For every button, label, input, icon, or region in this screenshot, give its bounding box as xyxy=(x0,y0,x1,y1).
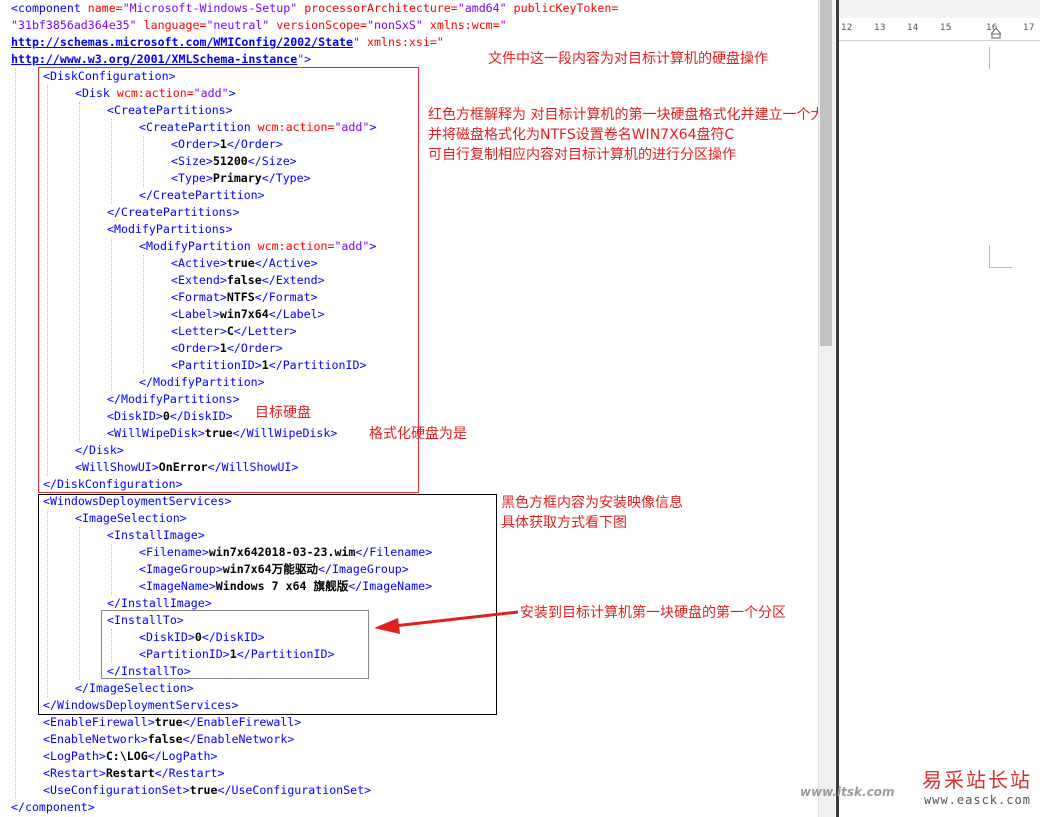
install-to-box xyxy=(101,610,369,679)
code-token: </EnableFirewall> xyxy=(182,715,302,729)
code-token: </Restart> xyxy=(154,766,225,780)
tab-marker-icon[interactable] xyxy=(991,28,1001,39)
code-token: <EnableNetwork> xyxy=(43,732,148,746)
code-line[interactable]: </component> xyxy=(11,799,95,816)
indent-guide xyxy=(15,68,16,799)
code-line[interactable]: <component name="Microsoft-Windows-Setup… xyxy=(11,0,618,17)
code-token: Restart xyxy=(105,766,155,780)
code-token: </component> xyxy=(11,800,95,814)
code-token: <Restart> xyxy=(43,766,106,780)
code-line[interactable]: <Restart>Restart</Restart> xyxy=(43,765,225,782)
red-arrow-icon xyxy=(374,610,519,634)
code-line[interactable]: <EnableFirewall>true</EnableFirewall> xyxy=(43,714,301,731)
xml-editor-pane[interactable]: <component name="Microsoft-Windows-Setup… xyxy=(0,0,818,817)
code-token: "nonSxS" xyxy=(367,18,423,32)
code-token: " xyxy=(499,18,507,32)
code-token: "Microsoft-Windows-Setup" xyxy=(122,1,298,15)
scrollbar-thumb[interactable] xyxy=(820,0,832,346)
code-line[interactable]: <UseConfigurationSet>true</UseConfigurat… xyxy=(43,782,371,799)
annotation-black-box-line1: 黑色方框内容为安装映像信息 xyxy=(501,495,683,511)
code-token: false xyxy=(147,732,183,746)
annotation-target-disk: 目标硬盘 xyxy=(255,405,311,421)
code-token: xmlns:wcm= xyxy=(429,18,500,32)
code-token: C:\LOG xyxy=(105,749,148,763)
code-token: http://schemas.microsoft.com/WMIConfig/2… xyxy=(11,35,354,49)
page-margin-corner xyxy=(989,47,1012,69)
ruler-number: 12 xyxy=(841,23,853,33)
annotation-red-box-line2: 并将磁盘格式化为NTFS设置卷名WIN7X64盘符C xyxy=(428,127,735,143)
code-line[interactable]: <LogPath>C:\LOG</LogPath> xyxy=(43,748,218,765)
code-token: </EnableNetwork> xyxy=(182,732,295,746)
code-token: <component xyxy=(11,1,88,15)
code-token: processorArchitecture= xyxy=(304,1,458,15)
watermark-brand: 易采站长站 xyxy=(922,768,1032,792)
code-token: xmlns:xsi= xyxy=(367,35,437,49)
code-line[interactable]: http://schemas.microsoft.com/WMIConfig/2… xyxy=(11,34,444,51)
document-page[interactable] xyxy=(839,41,1040,817)
code-token: true xyxy=(154,715,183,729)
code-token: " xyxy=(353,35,361,49)
page-margin-corner xyxy=(989,245,1012,268)
code-token: name= xyxy=(87,1,123,15)
watermark-itsk: www.itsk.com xyxy=(800,785,895,799)
code-token: </LogPath> xyxy=(147,749,218,763)
code-line[interactable]: http://www.w3.org/2001/XMLSchema-instanc… xyxy=(11,51,311,68)
code-token: " xyxy=(436,35,444,49)
code-token: language= xyxy=(143,18,207,32)
annotation-file-section: 文件中这一段内容为对目标计算机的硬盘操作 xyxy=(488,51,768,67)
ruler-number: 13 xyxy=(874,23,886,33)
black-highlight-box xyxy=(38,494,497,715)
code-token: publicKeyToken= xyxy=(513,1,619,15)
code-token: </UseConfigurationSet> xyxy=(217,783,372,797)
red-highlight-box xyxy=(38,67,419,493)
code-line[interactable]: <EnableNetwork>false</EnableNetwork> xyxy=(43,731,294,748)
code-token: <UseConfigurationSet> xyxy=(43,783,190,797)
ruler-number: 17 xyxy=(1023,23,1035,33)
code-token: versionScope= xyxy=(276,18,368,32)
ruler-number: 15 xyxy=(940,23,952,33)
annotation-black-box-line2: 具体获取方式看下图 xyxy=(501,515,627,531)
code-token: "amd64" xyxy=(457,1,507,15)
annotation-wipe-disk: 格式化硬盘为是 xyxy=(369,426,467,442)
ruler-number: 14 xyxy=(907,23,919,33)
annotation-red-box-line1: 红色方框解释为 对目标计算机的第一块硬盘格式化并建立一个大小为50G的分区 xyxy=(428,107,818,123)
code-token: http://www.w3.org/2001/XMLSchema-instanc… xyxy=(11,52,298,66)
code-line[interactable]: "31bf3856ad364e35" language="neutral" ve… xyxy=(11,17,507,34)
code-token: "neutral" xyxy=(206,18,270,32)
code-token: true xyxy=(189,783,218,797)
code-token: <EnableFirewall> xyxy=(43,715,155,729)
watermark-domain: www.easck.com xyxy=(924,793,1031,807)
annotation-install-to: 安装到目标计算机第一块硬盘的第一个分区 xyxy=(520,605,786,621)
code-token: <LogPath> xyxy=(43,749,106,763)
code-token: "31bf3856ad364e35" xyxy=(11,18,137,32)
ruler: 12 13 14 15 16 17 xyxy=(839,18,1040,41)
annotation-red-box-line3: 可自行复制相应内容对目标计算机的进行分区操作 xyxy=(428,147,736,163)
code-token: > xyxy=(304,52,312,66)
